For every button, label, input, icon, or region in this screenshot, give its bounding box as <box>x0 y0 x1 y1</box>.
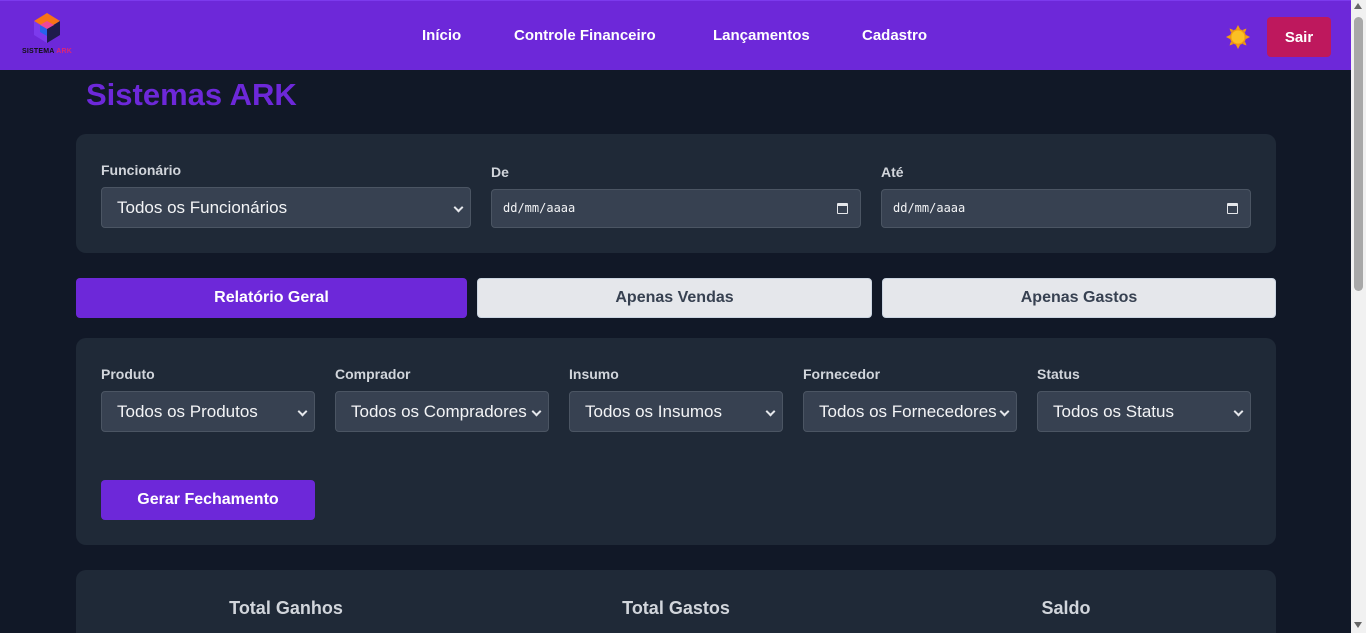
nav-link-lancamentos[interactable]: Lançamentos <box>713 27 810 44</box>
nav-link-controle-financeiro[interactable]: Controle Financeiro <box>514 27 656 44</box>
scroll-thumb[interactable] <box>1354 17 1363 291</box>
top-navbar: SISTEMA ARK Início Controle Financeiro L… <box>0 0 1351 70</box>
nav-link-inicio[interactable]: Início <box>422 27 461 44</box>
sun-icon[interactable] <box>1226 25 1250 49</box>
input-supply-select[interactable]: Todos os Insumos <box>569 391 783 432</box>
buyer-select[interactable]: Todos os Compradores <box>335 391 549 432</box>
status-select[interactable]: Todos os Status <box>1037 391 1251 432</box>
page-title: Sistemas ARK <box>86 77 297 112</box>
product-label: Produto <box>101 366 155 382</box>
date-filter-card: Funcionário Todos os Funcionários De dd/… <box>76 134 1276 253</box>
to-date-label: Até <box>881 164 904 180</box>
chevron-down-icon <box>453 202 464 213</box>
total-expenses-label: Total Gastos <box>622 598 730 618</box>
input-supply-label: Insumo <box>569 366 619 382</box>
ark-logo-icon <box>34 13 60 43</box>
balance-label: Saldo <box>1041 598 1091 618</box>
generate-closing-button[interactable]: Gerar Fechamento <box>101 480 315 520</box>
supplier-select[interactable]: Todos os Fornecedores <box>803 391 1017 432</box>
status-label: Status <box>1037 366 1080 382</box>
scroll-up-arrow-icon[interactable] <box>1354 3 1362 9</box>
chevron-down-icon <box>765 406 776 417</box>
app-logo[interactable]: SISTEMA ARK <box>20 11 74 59</box>
tab-apenas-gastos[interactable]: Apenas Gastos <box>882 278 1276 318</box>
tab-apenas-vendas[interactable]: Apenas Vendas <box>477 278 872 318</box>
total-earnings-label: Total Ganhos <box>229 598 343 618</box>
chevron-down-icon <box>1233 406 1244 417</box>
from-date-input[interactable]: dd/mm/aaaa <box>491 189 861 228</box>
from-date-label: De <box>491 164 509 180</box>
logo-text: SISTEMA ARK <box>22 48 72 55</box>
nav-link-cadastro[interactable]: Cadastro <box>862 27 927 44</box>
to-date-input[interactable]: dd/mm/aaaa <box>881 189 1251 228</box>
scroll-down-arrow-icon[interactable] <box>1354 622 1362 628</box>
supplier-label: Fornecedor <box>803 366 881 382</box>
tab-relatorio-geral[interactable]: Relatório Geral <box>76 278 467 318</box>
chevron-down-icon <box>297 406 308 417</box>
calendar-icon[interactable] <box>837 203 848 214</box>
product-select[interactable]: Todos os Produtos <box>101 391 315 432</box>
calendar-icon[interactable] <box>1227 203 1238 214</box>
employee-select[interactable]: Todos os Funcionários <box>101 187 471 228</box>
employee-label: Funcionário <box>101 162 182 178</box>
page-scrollbar[interactable] <box>1351 0 1366 633</box>
logout-button[interactable]: Sair <box>1267 17 1331 57</box>
chevron-down-icon <box>531 406 542 417</box>
buyer-label: Comprador <box>335 366 411 382</box>
chevron-down-icon <box>999 406 1010 417</box>
